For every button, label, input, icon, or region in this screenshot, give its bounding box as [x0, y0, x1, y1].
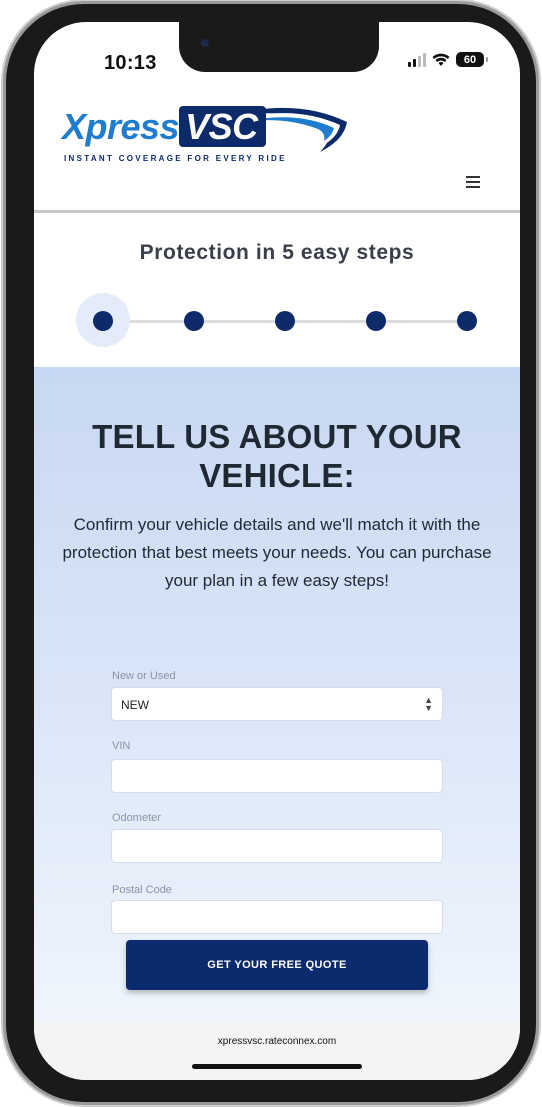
phone-screen: 10:13 60 Xpress VSC INSTANT COVERAGE FOR …: [34, 22, 520, 1080]
battery-level: 60: [463, 53, 477, 66]
odometer-input[interactable]: [111, 829, 443, 863]
get-free-quote-button[interactable]: GET YOUR FREE QUOTE: [126, 940, 428, 990]
url-text: xpressvsc.rateconnex.com: [217, 1036, 337, 1047]
step-1-dot[interactable]: [93, 311, 113, 331]
status-icons: 60: [408, 52, 488, 67]
wifi-icon: [432, 53, 450, 66]
condition-value: NEW: [121, 698, 149, 712]
step-5-dot[interactable]: [457, 311, 477, 331]
browser-url-bar[interactable]: xpressvsc.rateconnex.com: [34, 1022, 520, 1080]
odometer-label: Odometer: [112, 812, 161, 824]
condition-label: New or Used: [112, 670, 176, 682]
step-4-dot[interactable]: [366, 311, 386, 331]
vehicle-form: TELL US ABOUT YOUR VEHICLE: Confirm your…: [34, 367, 520, 1022]
status-time: 10:13: [104, 52, 157, 74]
logo-text: Xpress VSC: [62, 106, 266, 148]
cellular-signal-icon: [408, 52, 426, 67]
notch: [179, 22, 379, 72]
home-indicator[interactable]: [192, 1064, 362, 1069]
step-3-dot[interactable]: [275, 311, 295, 331]
condition-select[interactable]: NEW ▲ ▼: [111, 687, 443, 721]
form-description: Confirm your vehicle details and we'll m…: [62, 515, 492, 590]
hamburger-menu-icon[interactable]: [466, 176, 480, 188]
logo-tagline: INSTANT COVERAGE FOR EVERY RIDE: [64, 154, 287, 163]
battery-icon: 60: [456, 52, 488, 67]
step-2-dot[interactable]: [184, 311, 204, 331]
site-header: Xpress VSC INSTANT COVERAGE FOR EVERY RID…: [34, 80, 520, 213]
postal-code-label: Postal Code: [112, 884, 172, 896]
postal-code-input[interactable]: [111, 900, 443, 934]
camera-icon: [201, 39, 209, 47]
logo-xpress: Xpress: [62, 106, 180, 147]
logo-vsc: VSC: [179, 106, 266, 147]
vin-label: VIN: [112, 740, 131, 752]
steps-title: Protection in 5 easy steps: [139, 241, 415, 264]
steps-progress: Protection in 5 easy steps: [34, 213, 520, 367]
form-heading: TELL US ABOUT YOUR VEHICLE:: [92, 418, 462, 494]
logo[interactable]: Xpress VSC INSTANT COVERAGE FOR EVERY RID…: [62, 106, 347, 166]
vin-input[interactable]: [111, 759, 443, 793]
select-arrows-icon: ▲ ▼: [424, 695, 433, 713]
